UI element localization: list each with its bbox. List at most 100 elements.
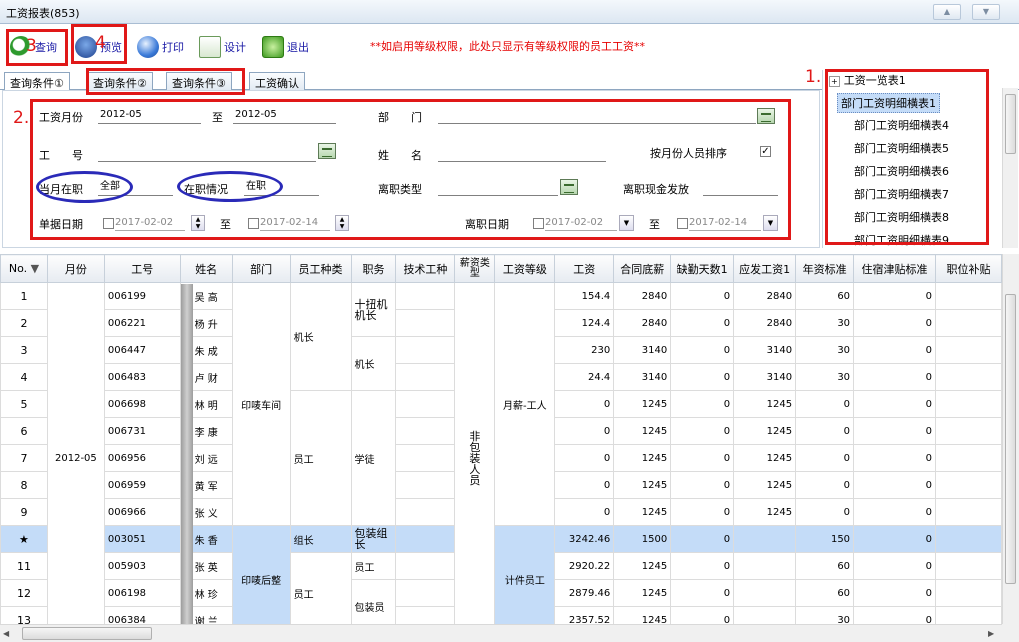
wage-cell[interactable]: 2920.22	[554, 552, 615, 580]
seniority-cell[interactable]: 60	[795, 579, 855, 607]
leave-type-input[interactable]	[438, 180, 558, 196]
grid-hscrollbar[interactable]: ◀ ▶	[0, 624, 1002, 642]
housing-cell[interactable]: 0	[853, 336, 936, 364]
scroll-right-icon[interactable]: ▶	[988, 629, 994, 638]
leave-date-from-dropdown[interactable]: ▼	[619, 215, 634, 231]
col-duty[interactable]: 职务	[350, 254, 397, 283]
due-cell[interactable]: 1245	[733, 444, 797, 472]
base-cell[interactable]: 3140	[613, 363, 672, 391]
base-cell[interactable]: 3140	[613, 336, 672, 364]
empno-cell[interactable]: 006447	[103, 336, 181, 364]
wage-cell[interactable]: 0	[554, 471, 615, 499]
empno-cell[interactable]: 006959	[103, 471, 181, 499]
row-number-cell[interactable]: 7	[0, 444, 48, 472]
seniority-cell[interactable]: 0	[795, 390, 855, 418]
tab-wage-confirm[interactable]: 工资确认	[249, 72, 305, 90]
row-number-cell[interactable]: 4	[0, 363, 48, 391]
wage-cell[interactable]: 230	[554, 336, 615, 364]
position-cell[interactable]	[934, 444, 1002, 472]
housing-cell[interactable]: 0	[853, 282, 936, 310]
absent-cell[interactable]: 0	[670, 552, 735, 580]
row-number-cell[interactable]: 1	[0, 282, 48, 310]
leave-date-to-dropdown[interactable]: ▼	[763, 215, 778, 231]
wage-cell[interactable]: 154.4	[554, 282, 615, 310]
position-cell[interactable]	[934, 282, 1002, 310]
row-number-cell[interactable]: 8	[0, 471, 48, 499]
col-wage[interactable]: 工资	[554, 254, 615, 283]
doc-date-to-spinner[interactable]: ▲ ▼	[335, 215, 349, 231]
leave-type-picker-icon[interactable]	[560, 179, 578, 195]
base-cell[interactable]: 1245	[613, 444, 672, 472]
grid-vscrollbar[interactable]	[1002, 254, 1019, 624]
due-cell[interactable]: 2840	[733, 309, 797, 337]
leave-date-to-checkbox[interactable]	[677, 218, 688, 229]
row-number-cell[interactable]: 6	[0, 417, 48, 445]
position-cell[interactable]	[934, 498, 1002, 526]
wage-cell[interactable]: 24.4	[554, 363, 615, 391]
seniority-cell[interactable]: 150	[795, 525, 855, 553]
exit-button[interactable]: 退出	[262, 34, 309, 60]
row-number-cell[interactable]: 5	[0, 390, 48, 418]
row-number-cell[interactable]: ★	[0, 525, 48, 553]
base-cell[interactable]: 1245	[613, 417, 672, 445]
row-number-cell[interactable]: 12	[0, 579, 48, 607]
tree-node[interactable]: 部门工资明细横表4	[851, 116, 952, 136]
wage-cell[interactable]: 0	[554, 417, 615, 445]
absent-cell[interactable]: 0	[670, 579, 735, 607]
base-cell[interactable]: 1245	[613, 390, 672, 418]
seniority-cell[interactable]: 30	[795, 309, 855, 337]
seniority-cell[interactable]: 60	[795, 552, 855, 580]
tree-node-root[interactable]: + 工资一览表1	[826, 71, 909, 91]
housing-cell[interactable]: 0	[853, 390, 936, 418]
doc-date-to-checkbox[interactable]	[248, 218, 259, 229]
empno-cell[interactable]: 006199	[103, 282, 181, 310]
base-cell[interactable]: 2840	[613, 282, 672, 310]
empno-cell[interactable]: 005903	[103, 552, 181, 580]
row-number-cell[interactable]: 9	[0, 498, 48, 526]
tab-query-3[interactable]: 查询条件③	[166, 72, 232, 90]
due-cell[interactable]: 1245	[733, 498, 797, 526]
absent-cell[interactable]: 0	[670, 525, 735, 553]
tree-scroll-thumb[interactable]	[1005, 94, 1016, 154]
tree-node[interactable]: 部门工资明细横表7	[851, 185, 952, 205]
tree-node[interactable]: 部门工资明细横表8	[851, 208, 952, 228]
grid-hscroll-thumb[interactable]	[22, 627, 152, 640]
expand-icon[interactable]: +	[829, 76, 840, 87]
tech-cell[interactable]	[395, 498, 456, 526]
row-number-cell[interactable]: 3	[0, 336, 48, 364]
wage-cell[interactable]: 0	[554, 498, 615, 526]
absent-cell[interactable]: 0	[670, 444, 735, 472]
empno-cell[interactable]: 006198	[103, 579, 181, 607]
seniority-cell[interactable]: 0	[795, 471, 855, 499]
due-cell[interactable]: 1245	[733, 417, 797, 445]
col-dept[interactable]: 部门	[231, 254, 291, 283]
housing-cell[interactable]: 0	[853, 444, 936, 472]
tech-cell[interactable]	[395, 471, 456, 499]
base-cell[interactable]: 1245	[613, 552, 672, 580]
position-cell[interactable]	[934, 390, 1002, 418]
grade-cell[interactable]: 计件员工	[494, 525, 556, 624]
housing-cell[interactable]: 0	[853, 498, 936, 526]
position-cell[interactable]	[934, 336, 1002, 364]
col-empno[interactable]: 工号	[103, 254, 181, 283]
tree-node[interactable]: 部门工资明细横表5	[851, 139, 952, 159]
position-cell[interactable]	[934, 606, 1002, 624]
tech-cell[interactable]	[395, 525, 456, 553]
tab-query-1[interactable]: 查询条件①	[4, 72, 70, 91]
emp-kind-cell[interactable]: 机长	[289, 282, 352, 391]
absent-cell[interactable]: 0	[670, 498, 735, 526]
empno-cell[interactable]: 006731	[103, 417, 181, 445]
due-cell[interactable]: 3140	[733, 336, 797, 364]
leave-date-from-checkbox[interactable]	[533, 218, 544, 229]
month-cell[interactable]: 2012-05	[46, 282, 105, 624]
tech-cell[interactable]	[395, 606, 456, 624]
housing-cell[interactable]: 0	[853, 417, 936, 445]
absent-cell[interactable]: 0	[670, 417, 735, 445]
design-button[interactable]: 设计	[199, 34, 246, 60]
col-base[interactable]: 合同底薪	[613, 254, 672, 283]
tech-cell[interactable]	[395, 363, 456, 391]
base-cell[interactable]: 1245	[613, 471, 672, 499]
leave-date-from[interactable]: 2017-02-02	[545, 215, 617, 231]
seniority-cell[interactable]: 30	[795, 336, 855, 364]
seniority-cell[interactable]: 30	[795, 606, 855, 624]
